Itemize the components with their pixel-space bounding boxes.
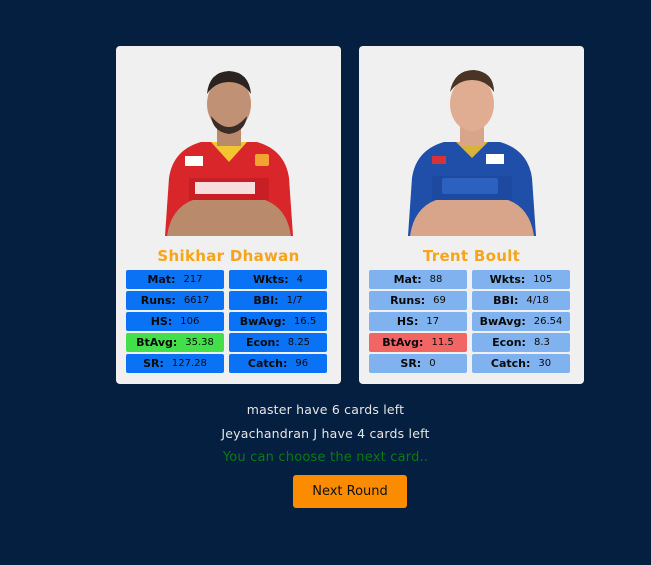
stat-value: 105 [533,274,553,285]
stat-label: Catch: [490,357,531,370]
stat-value: 0 [429,358,436,369]
player-name: Trent Boult [422,247,521,265]
stat-wkts: Wkts: 105 [472,270,570,289]
stat-label: SR: [400,357,422,370]
stat-mat: Mat: 88 [369,270,467,289]
player-photo-shikhar-dhawan [164,71,293,236]
next-round-button[interactable]: Next Round [293,475,407,508]
stat-value: 217 [183,274,203,285]
stat-bbi[interactable]: BBI: 1/7 [229,291,327,310]
stats-grid: Mat: 88 Runs: 69 HS: 17 BtAvg: 11.5 SR: 0 Wkt… [369,269,572,376]
stat-label: Runs: [390,294,426,307]
stat-value: 30 [538,358,552,369]
player-photo-trent-boult [407,70,536,236]
stat-label: BtAvg: [136,336,178,349]
stat-label: Mat: [147,273,176,286]
player-card-left: Shikhar Dhawan Mat: 217 Runs: 6617 HS: 106 … [116,46,341,384]
stat-value: 106 [180,316,200,327]
stat-value: 4/18 [526,295,549,306]
stat-value: 8.25 [287,337,311,348]
stat-bwavg: BwAvg: 26.54 [472,312,570,331]
stat-label: Runs: [140,294,176,307]
stat-runs: Runs: 69 [369,291,467,310]
stat-label: BwAvg: [479,315,526,328]
stat-hs[interactable]: HS: 106 [126,312,224,331]
stat-btavg: BtAvg: 11.5 [369,333,467,352]
stat-value: 1/7 [286,295,303,306]
stats-grid: Mat: 217 Runs: 6617 HS: 106 BtAvg: 35.38 SR:… [126,269,329,376]
stat-sr[interactable]: SR: 127.28 [126,354,224,373]
stat-runs[interactable]: Runs: 6617 [126,291,224,310]
stat-value: 17 [426,316,440,327]
stat-catch[interactable]: Catch: 96 [229,354,327,373]
stat-label: Econ: [492,336,526,349]
stat-hs: HS: 17 [369,312,467,331]
stat-label: BBI: [493,294,519,307]
player-card-right: Trent Boult Mat: 88 Runs: 69 HS: 17 BtAvg: 1… [359,46,584,384]
player1-cards-left: master have 6 cards left [246,402,405,417]
stat-value: 16.5 [293,316,317,327]
stat-value: 96 [295,358,309,369]
stat-value: 69 [433,295,446,306]
stat-value: 26.54 [533,316,563,327]
stat-label: Econ: [245,336,280,349]
stat-value: 8.3 [533,337,550,348]
stat-sr: SR: 0 [369,354,467,373]
stat-label: Catch: [247,357,288,370]
stat-label: HS: [396,315,419,328]
stat-econ[interactable]: Econ: 8.25 [229,333,327,352]
stat-label: SR: [143,357,164,370]
stat-mat[interactable]: Mat: 217 [126,270,224,289]
stat-label: BwAvg: [239,315,286,328]
stat-label: Wkts: [489,273,526,286]
stat-catch: Catch: 30 [472,354,570,373]
stat-wkts[interactable]: Wkts: 4 [229,270,327,289]
stat-bbi: BBI: 4/18 [472,291,570,310]
stat-btavg[interactable]: BtAvg: 35.38 [126,333,224,352]
stat-label: Wkts: [252,273,289,286]
turn-hint: You can choose the next card.. [222,450,429,465]
stat-value: 35.38 [185,337,214,348]
stat-label: BBI: [253,294,279,307]
stat-value: 11.5 [431,337,454,348]
stat-label: Mat: [393,273,422,286]
stat-value: 88 [429,274,443,285]
stat-value: 4 [296,274,304,285]
player2-cards-left: Jeyachandran J have 4 cards left [221,426,430,441]
stat-label: HS: [150,315,173,328]
stat-label: BtAvg: [382,336,424,349]
stat-econ: Econ: 8.3 [472,333,570,352]
player-name: Shikhar Dhawan [157,247,300,265]
stat-value: 6617 [183,295,210,306]
stat-value: 127.28 [171,358,207,369]
stat-bwavg[interactable]: BwAvg: 16.5 [229,312,327,331]
